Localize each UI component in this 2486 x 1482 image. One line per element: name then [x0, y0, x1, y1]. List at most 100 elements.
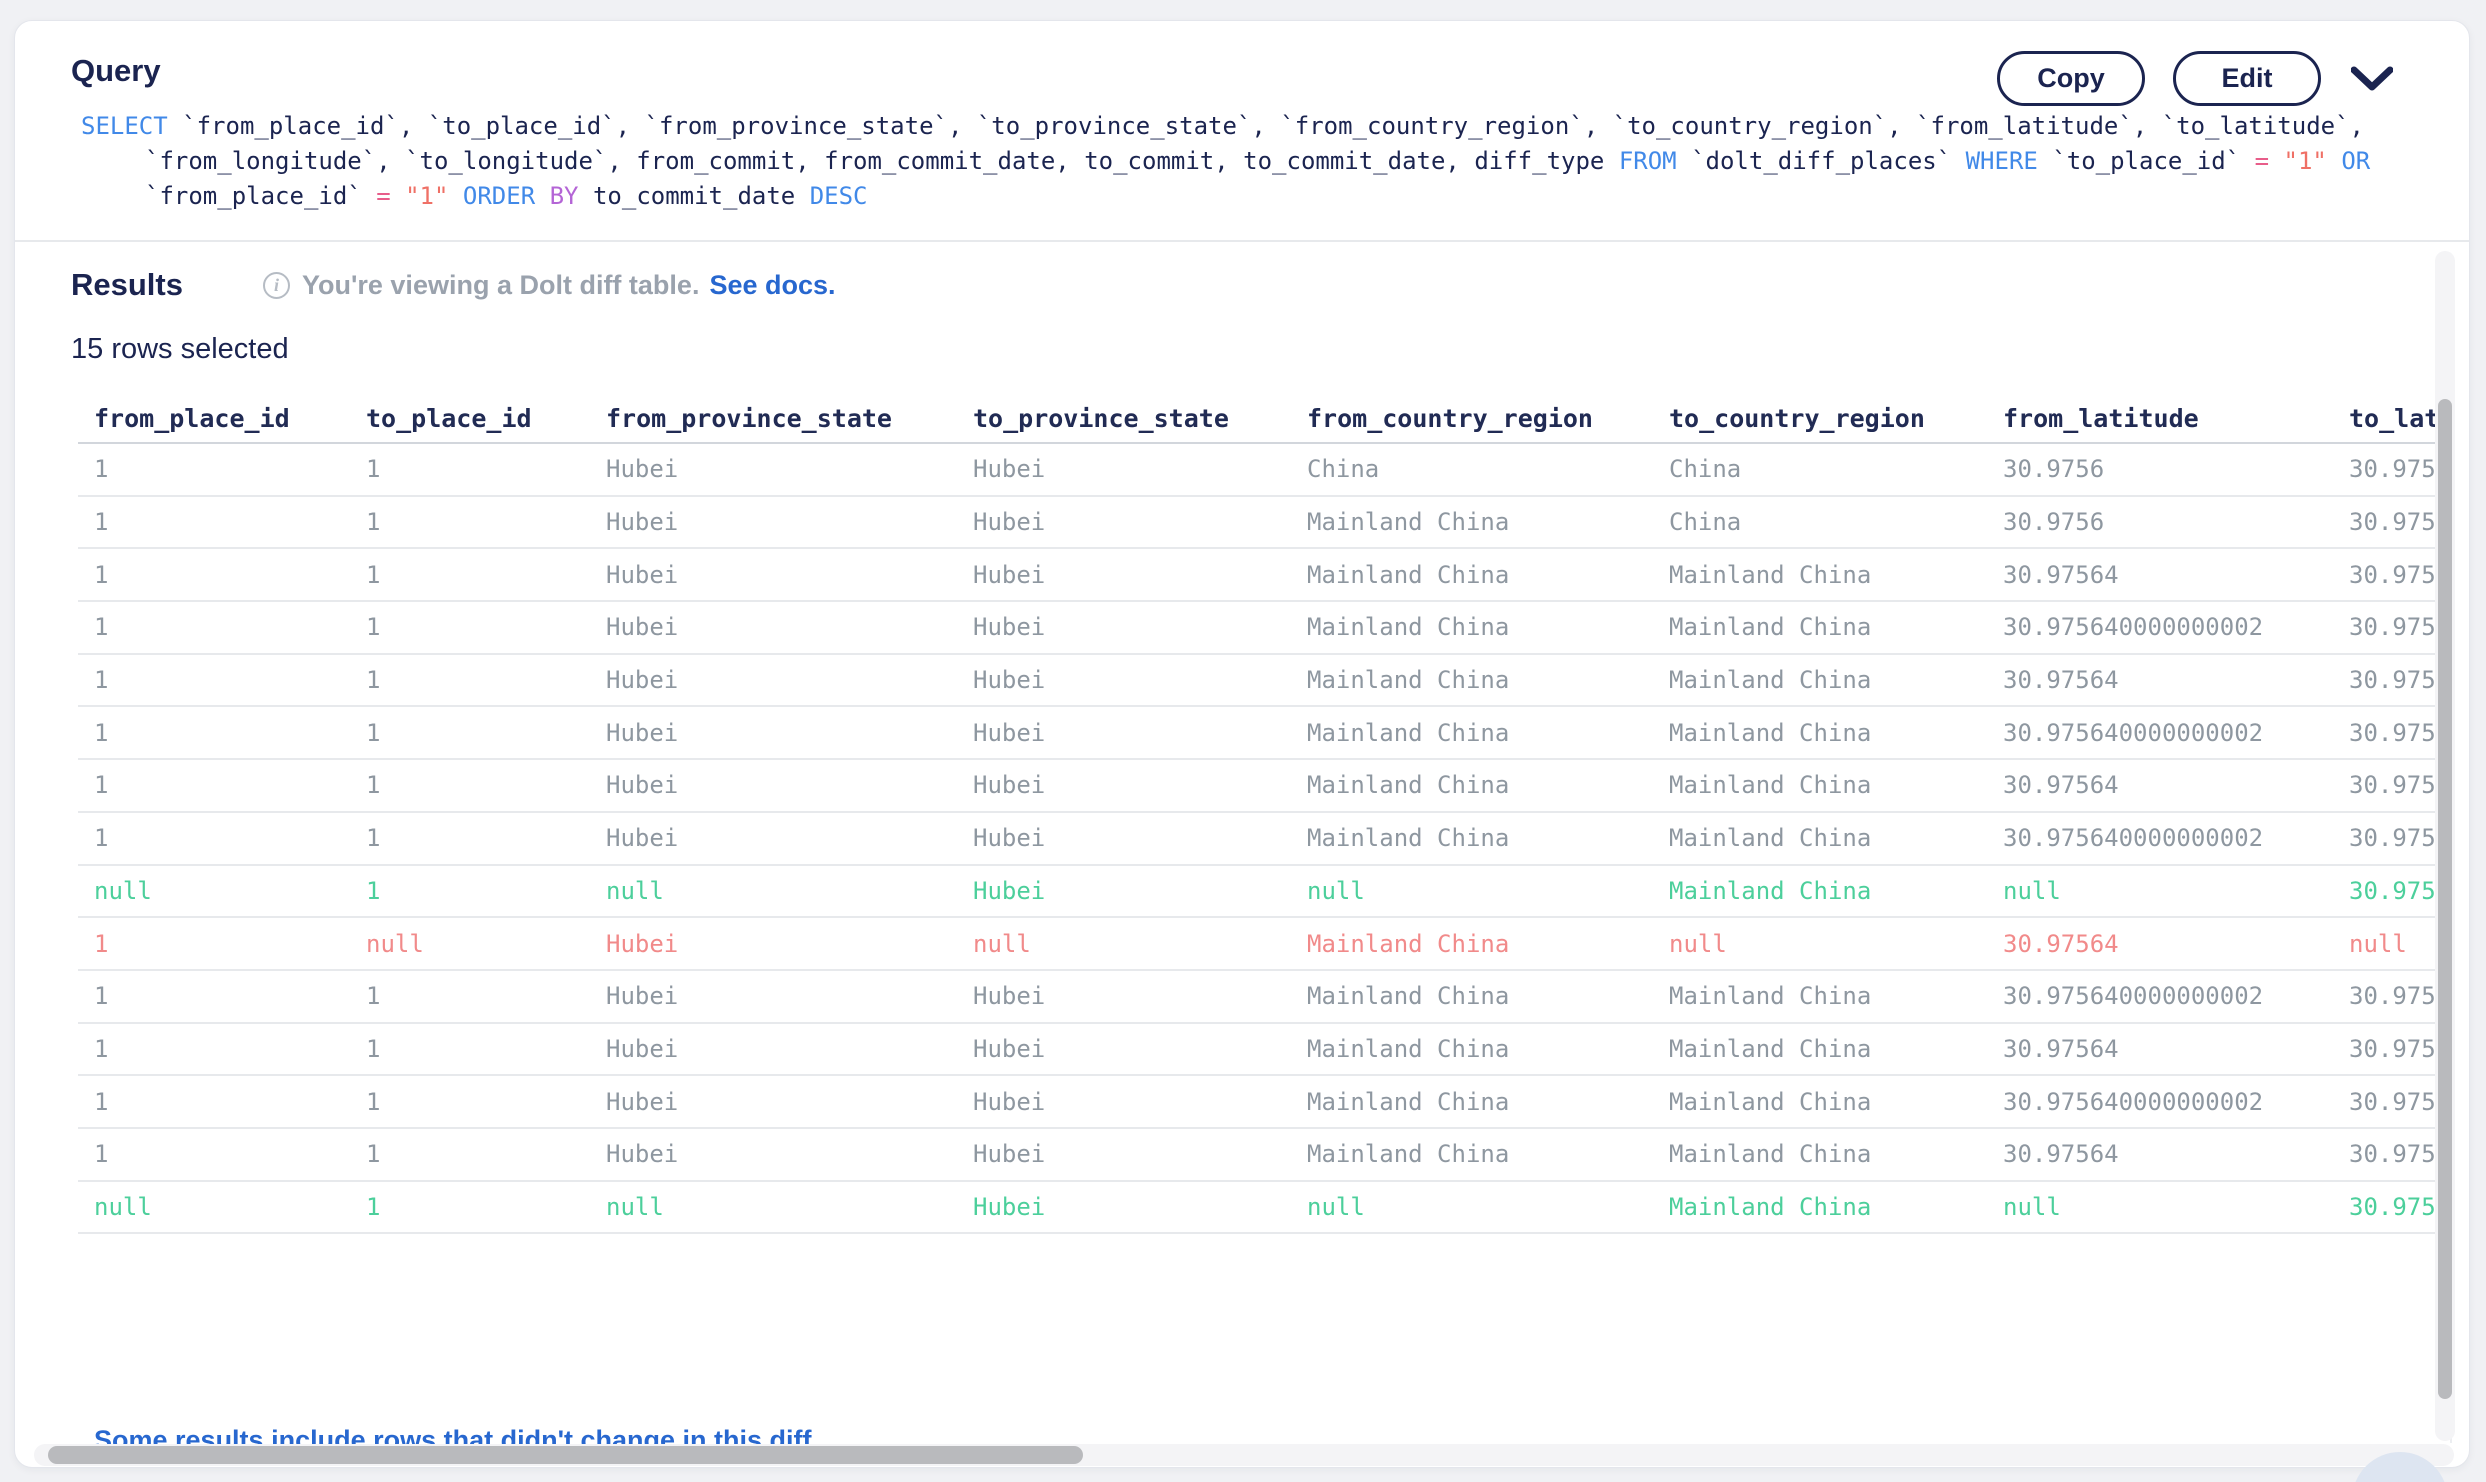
table-cell: Hubei [590, 561, 957, 589]
table-row: null1nullHubeinullMainland Chinanull30.9… [78, 866, 2452, 919]
table-row: 11HubeiHubeiChinaChina30.975630.9756 [78, 444, 2452, 497]
vertical-scrollbar[interactable] [2435, 251, 2455, 1441]
table-cell: null [78, 1193, 350, 1221]
table-cell: Hubei [957, 771, 1291, 799]
copy-button[interactable]: Copy [1997, 51, 2145, 106]
table-cell: 1 [350, 1140, 590, 1168]
table-cell: 1 [78, 561, 350, 589]
table-cell: Mainland China [1653, 561, 1987, 589]
table-cell: Mainland China [1653, 719, 1987, 747]
table-cell: Hubei [590, 455, 957, 483]
table-cell: Mainland China [1653, 1193, 1987, 1221]
table-cell: 30.97564 [1987, 930, 2333, 958]
table-row: 11HubeiHubeiMainland ChinaMainland China… [78, 602, 2452, 655]
table-cell: Hubei [957, 982, 1291, 1010]
table-cell: Hubei [957, 1088, 1291, 1116]
table-cell: Hubei [590, 824, 957, 852]
table-cell: null [78, 877, 350, 905]
results-table: from_place_idto_place_idfrom_province_st… [78, 394, 2452, 1234]
table-cell: 1 [78, 930, 350, 958]
table-cell: null [590, 877, 957, 905]
table-cell: Mainland China [1291, 1140, 1653, 1168]
table-cell: Hubei [590, 508, 957, 536]
results-table-viewport: from_place_idto_place_idfrom_province_st… [78, 394, 2452, 1443]
table-cell: Hubei [957, 561, 1291, 589]
table-cell: 1 [350, 666, 590, 694]
table-cell: Mainland China [1291, 771, 1653, 799]
query-results-card: Query Copy Edit SELECT `from_place_id`, … [14, 20, 2470, 1468]
table-cell: Hubei [590, 1035, 957, 1063]
table-cell: 1 [350, 824, 590, 852]
info-icon: i [263, 272, 290, 299]
table-cell: Mainland China [1653, 824, 1987, 852]
horizontal-scrollbar[interactable] [34, 1444, 2454, 1466]
table-header-row: from_place_idto_place_idfrom_province_st… [78, 394, 2452, 444]
table-cell: null [1291, 877, 1653, 905]
table-cell: 1 [350, 1193, 590, 1221]
table-cell: Mainland China [1291, 982, 1653, 1010]
table-cell: null [590, 1193, 957, 1221]
table-row: 11HubeiHubeiMainland ChinaMainland China… [78, 971, 2452, 1024]
table-cell: Mainland China [1291, 824, 1653, 852]
table-cell: Mainland China [1653, 771, 1987, 799]
table-cell: Hubei [590, 1140, 957, 1168]
edit-button[interactable]: Edit [2173, 51, 2321, 106]
table-cell: Mainland China [1291, 666, 1653, 694]
table-cell: Hubei [957, 455, 1291, 483]
table-cell: null [1653, 930, 1987, 958]
table-cell: 30.975640000000002 [1987, 613, 2333, 641]
table-cell: 1 [350, 613, 590, 641]
see-docs-link[interactable]: See docs. [709, 270, 835, 301]
table-row: 11HubeiHubeiMainland ChinaMainland China… [78, 813, 2452, 866]
column-header-from_country_region: from_country_region [1291, 404, 1653, 433]
table-cell: 1 [78, 982, 350, 1010]
table-body: 11HubeiHubeiChinaChina30.975630.975611Hu… [78, 444, 2452, 1234]
column-header-to_province_state: to_province_state [957, 404, 1291, 433]
page: { "query_panel": { "title": "Query", "co… [0, 0, 2486, 1482]
table-cell: 30.97564 [1987, 1140, 2333, 1168]
table-cell: Hubei [957, 824, 1291, 852]
table-cell: Mainland China [1291, 508, 1653, 536]
table-cell: Hubei [957, 719, 1291, 747]
table-cell: Mainland China [1291, 1035, 1653, 1063]
table-cell: null [957, 930, 1291, 958]
table-row: 11HubeiHubeiMainland ChinaMainland China… [78, 1129, 2452, 1182]
table-cell: null [1987, 1193, 2333, 1221]
table-cell: 30.97564 [1987, 771, 2333, 799]
table-cell: 1 [350, 1035, 590, 1063]
column-header-to_place_id: to_place_id [350, 404, 590, 433]
table-cell: Mainland China [1291, 561, 1653, 589]
table-cell: Hubei [957, 1140, 1291, 1168]
table-row: 11HubeiHubeiMainland ChinaChina30.975630… [78, 497, 2452, 550]
table-cell: 1 [350, 719, 590, 747]
table-cell: Mainland China [1291, 1088, 1653, 1116]
horizontal-scrollbar-thumb[interactable] [48, 1446, 1083, 1464]
table-cell: Hubei [957, 613, 1291, 641]
table-cell: 1 [78, 719, 350, 747]
table-cell: China [1291, 455, 1653, 483]
table-cell: 30.975640000000002 [1987, 824, 2333, 852]
table-cell: 1 [350, 1088, 590, 1116]
row-count-text: 15 rows selected [71, 333, 289, 366]
table-cell: Mainland China [1653, 666, 1987, 694]
results-header: Results i You're viewing a Dolt diff tab… [71, 267, 836, 303]
table-cell: 1 [78, 1140, 350, 1168]
table-cell: Hubei [590, 719, 957, 747]
table-cell: 1 [78, 824, 350, 852]
column-header-from_place_id: from_place_id [78, 404, 350, 433]
table-cell: 1 [350, 982, 590, 1010]
table-row: 11HubeiHubeiMainland ChinaMainland China… [78, 1024, 2452, 1077]
table-cell: 30.975640000000002 [1987, 982, 2333, 1010]
vertical-scrollbar-thumb[interactable] [2438, 399, 2452, 1399]
table-cell: Hubei [590, 1088, 957, 1116]
sql-line: `from_longitude`, `to_longitude`, from_c… [81, 144, 2429, 179]
table-cell: Hubei [590, 613, 957, 641]
collapse-query-button[interactable] [2349, 56, 2395, 102]
table-row: 11HubeiHubeiMainland ChinaMainland China… [78, 1076, 2452, 1129]
table-cell: Mainland China [1653, 1140, 1987, 1168]
table-cell: Hubei [957, 666, 1291, 694]
table-cell: China [1653, 455, 1987, 483]
table-cell: 30.97564 [1987, 666, 2333, 694]
table-cell: null [350, 930, 590, 958]
table-row: 11HubeiHubeiMainland ChinaMainland China… [78, 707, 2452, 760]
